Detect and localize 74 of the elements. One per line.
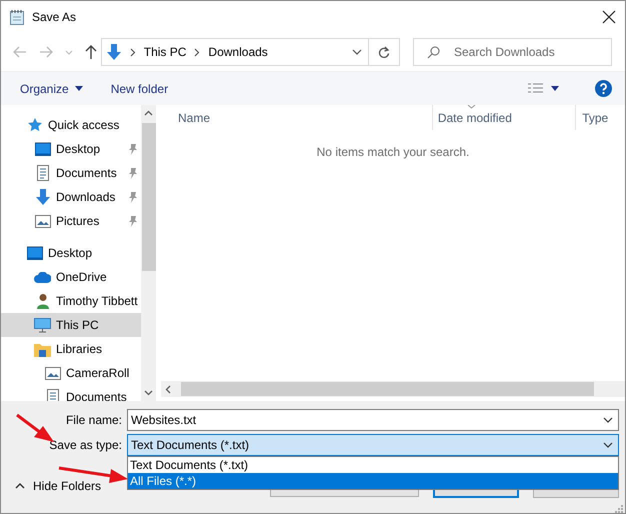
resize-grip-icon[interactable] <box>613 503 623 513</box>
star-icon <box>26 117 42 133</box>
sort-caret-icon <box>466 105 476 109</box>
folder-icon <box>34 342 51 356</box>
monitor-icon <box>34 142 50 156</box>
view-options-icon[interactable] <box>528 82 543 94</box>
sidebar-item[interactable]: Downloads <box>1 185 142 209</box>
notepad-icon <box>9 9 25 25</box>
close-icon[interactable] <box>601 9 617 25</box>
download-arrow-icon <box>34 189 50 205</box>
sidebar-item[interactable]: Desktop <box>1 137 142 161</box>
horizontal-scrollbar[interactable] <box>161 381 625 397</box>
breadcrumb-chevron-icon <box>194 48 200 56</box>
pin-icon[interactable] <box>128 216 138 227</box>
sidebar-item[interactable]: CameraRoll <box>1 361 142 385</box>
monitor-icon <box>26 246 42 260</box>
column-label: Name <box>178 110 210 124</box>
scrollbar-thumb[interactable] <box>181 382 594 396</box>
document-icon <box>36 165 50 181</box>
address-bar[interactable]: This PC Downloads <box>100 38 370 66</box>
breadcrumb-item[interactable]: Downloads <box>208 45 268 59</box>
picture-icon <box>34 214 50 228</box>
column-header[interactable]: Date modified <box>432 105 576 130</box>
pin-icon[interactable] <box>128 144 138 155</box>
dropdown-caret-icon <box>74 86 83 91</box>
column-header[interactable]: Type <box>576 105 625 130</box>
sidebar-item[interactable]: Desktop <box>1 241 142 265</box>
forward-arrow-icon[interactable] <box>39 46 53 58</box>
dropdown-chevron-icon[interactable] <box>603 417 613 423</box>
sidebar-item[interactable]: Timothy Tibbett <box>1 289 142 313</box>
refresh-icon[interactable] <box>378 46 390 58</box>
hide-folders-button[interactable]: Hide Folders <box>15 479 102 493</box>
field-label: Save as type: <box>49 438 122 452</box>
sidebar-item[interactable]: Quick access <box>1 113 142 137</box>
save-type-dropdown[interactable]: Text Documents (*.txt) <box>127 434 619 456</box>
caret-up-icon <box>15 483 25 489</box>
sidebar-item[interactable]: Libraries <box>1 337 142 361</box>
back-arrow-icon[interactable] <box>13 46 27 58</box>
organize-menu[interactable]: Organize <box>20 82 83 96</box>
sidebar-item[interactable]: OneDrive <box>1 265 142 289</box>
pin-icon[interactable] <box>128 192 138 203</box>
cloud-icon <box>34 272 51 282</box>
address-dropdown-chevron-icon[interactable] <box>352 49 362 55</box>
refresh-button[interactable] <box>369 38 400 66</box>
dropdown-option[interactable]: Text Documents (*.txt) <box>128 457 618 473</box>
vertical-scrollbar[interactable] <box>141 105 156 401</box>
dropdown-chevron-icon[interactable] <box>603 442 613 448</box>
field-label: File name: <box>66 413 122 427</box>
file-name-field[interactable]: Websites.txt <box>127 409 619 431</box>
column-label: Date modified <box>438 110 512 124</box>
column-header[interactable]: Name <box>161 105 433 130</box>
recent-locations-chevron-icon[interactable] <box>65 50 73 54</box>
column-label: Type <box>582 110 608 124</box>
sidebar-item[interactable]: This PC <box>1 313 142 337</box>
up-arrow-icon[interactable] <box>85 45 97 59</box>
dropdown-option[interactable]: All Files (*.*) <box>128 473 618 489</box>
search-field[interactable]: Search Downloads <box>413 38 612 66</box>
computer-icon <box>34 318 51 332</box>
download-arrow-icon <box>106 44 122 60</box>
sidebar-item[interactable]: Documents <box>1 161 142 185</box>
help-icon[interactable] <box>595 80 612 97</box>
new-folder-button[interactable]: New folder <box>110 82 168 96</box>
empty-message: No items match your search. <box>316 145 470 160</box>
window-title: Save As <box>32 10 78 24</box>
search-icon <box>427 46 440 58</box>
scrollbar-thumb[interactable] <box>142 123 156 271</box>
sidebar-item[interactable]: Pictures <box>1 209 142 233</box>
dropdown-caret-icon[interactable] <box>551 86 559 91</box>
pin-icon[interactable] <box>128 168 138 179</box>
search-input[interactable]: Search Downloads <box>452 44 611 60</box>
breadcrumb-chevron-icon <box>130 48 136 56</box>
picture-icon <box>44 366 60 380</box>
person-icon <box>36 293 50 309</box>
breadcrumb-item[interactable]: This PC <box>144 45 186 59</box>
